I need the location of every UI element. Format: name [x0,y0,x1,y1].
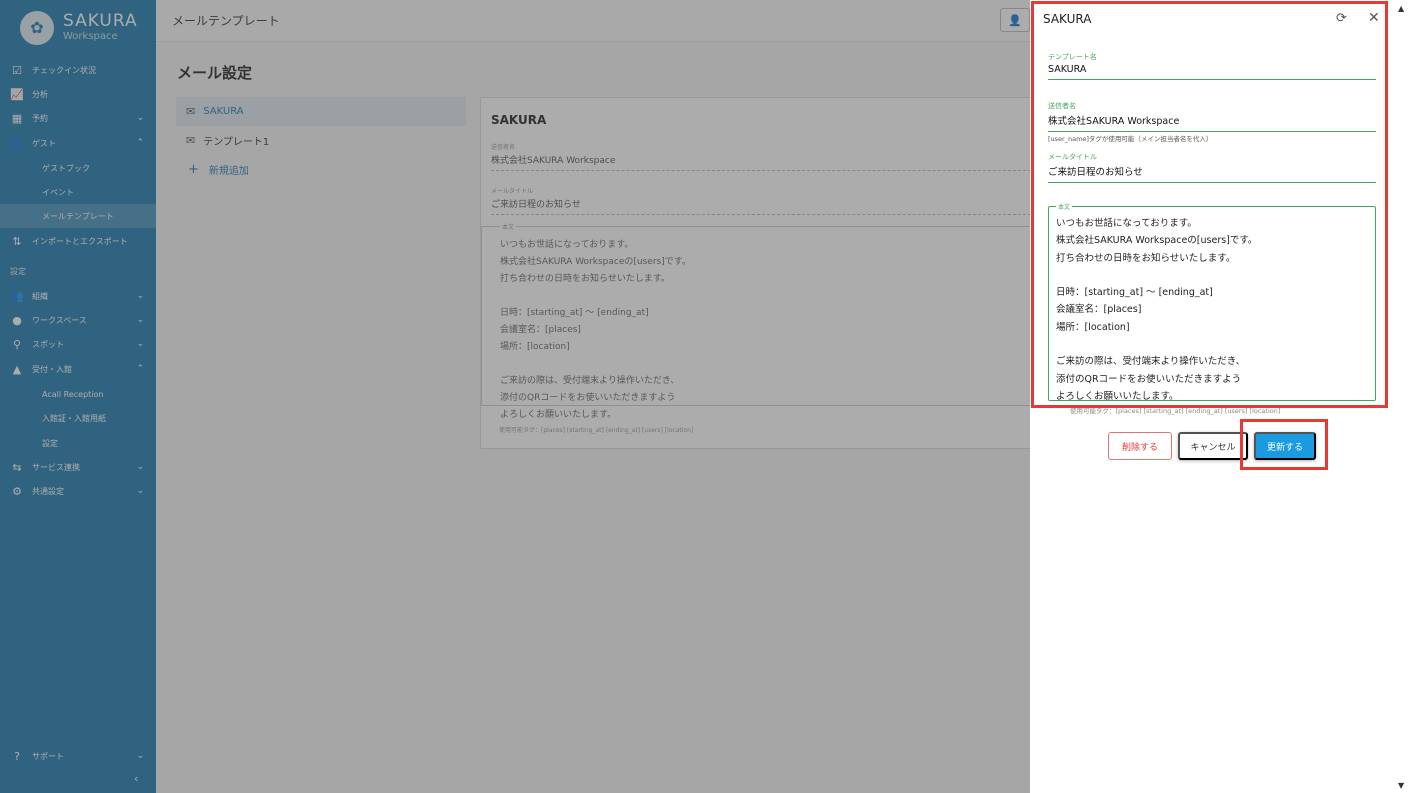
scroll-up-icon[interactable]: ▲ [1398,4,1404,13]
modal-backdrop[interactable] [0,0,1030,793]
highlight-frame-form [1031,1,1388,408]
delete-button[interactable]: 削除する [1108,432,1172,460]
scroll-down-icon[interactable]: ▼ [1398,781,1404,790]
cancel-button[interactable]: キャンセル [1178,432,1248,460]
highlight-frame-update-button [1240,419,1328,470]
